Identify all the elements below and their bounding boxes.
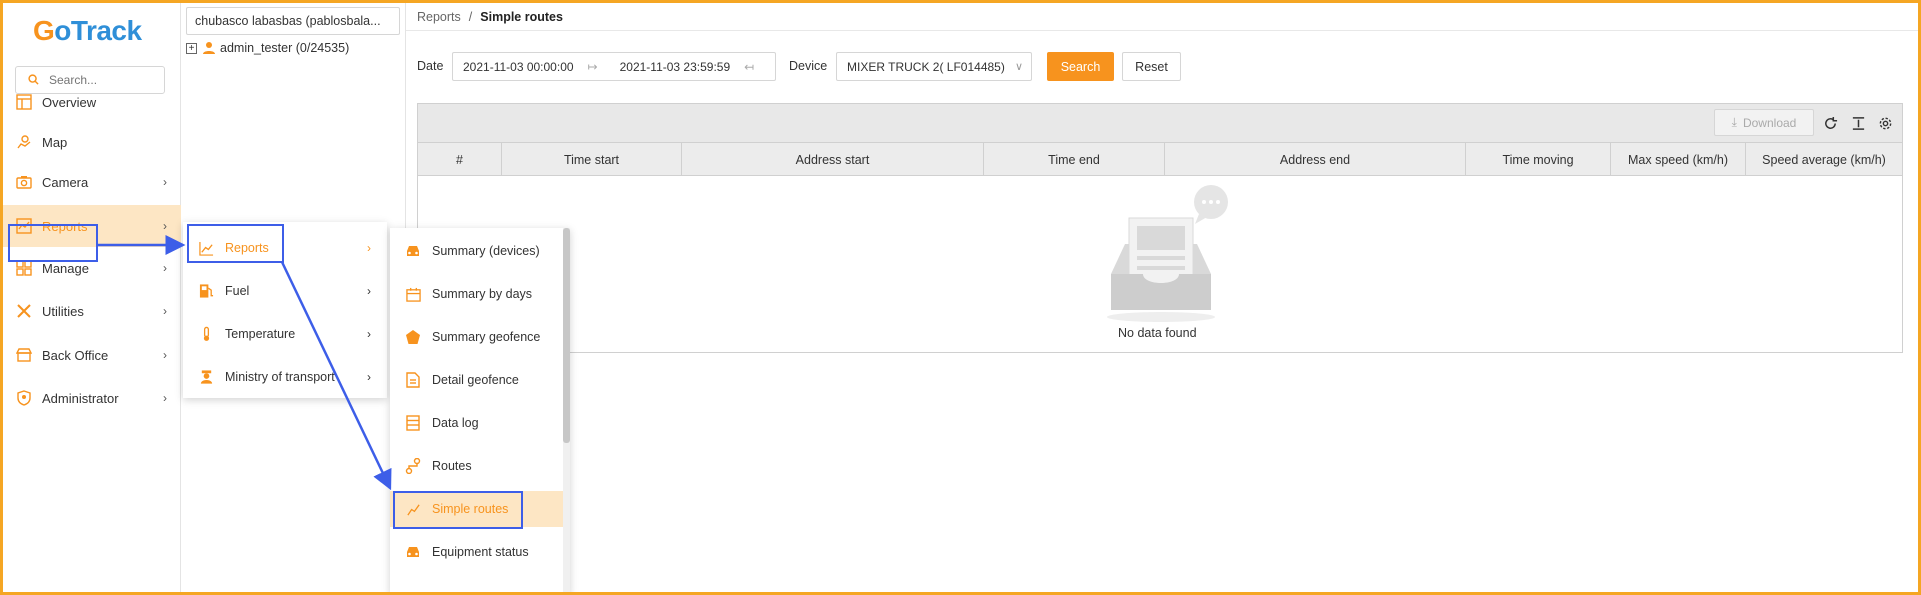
device-select[interactable]: MIXER TRUCK 2( LF014485) ∨ — [836, 52, 1032, 81]
highlight-box-simple-routes — [393, 491, 523, 529]
calendar-icon — [404, 285, 422, 303]
chevron-down-icon: ∨ — [1014, 61, 1023, 73]
date-end-field[interactable]: 2021-11-03 23:59:59 — [620, 60, 731, 74]
sidebar-item-label: Utilities — [42, 303, 84, 319]
submenu-item-summary-by-days[interactable]: Summary by days — [390, 276, 570, 312]
submenu-item-fuel[interactable]: Fuel › — [183, 273, 387, 309]
fuel-icon — [197, 282, 215, 300]
table-toolbar: ⤓ Download — [418, 104, 1902, 142]
header-divider — [406, 30, 1918, 31]
thermometer-icon — [197, 325, 215, 343]
search-button[interactable]: Search — [1047, 52, 1114, 81]
tree-node-label: admin_tester (0/24535) — [220, 41, 350, 55]
sidebar-item-utilities[interactable]: Utilities › — [3, 291, 181, 331]
reset-button[interactable]: Reset — [1122, 52, 1181, 81]
column-header[interactable]: Max speed (km/h) — [1611, 143, 1746, 176]
gotrack-logo[interactable]: GoTrack — [33, 13, 142, 49]
device-select-value: MIXER TRUCK 2( LF014485) — [847, 59, 1005, 74]
expand-icon[interactable]: + — [186, 42, 197, 54]
sidebar-item-label: Administrator — [42, 390, 119, 406]
chevron-right-icon: › — [163, 175, 167, 189]
breadcrumb-parent[interactable]: Reports — [417, 10, 461, 24]
column-header[interactable]: Time moving — [1466, 143, 1611, 176]
document-icon — [404, 371, 422, 389]
sidebar-item-camera[interactable]: Camera › — [3, 162, 181, 202]
column-header[interactable]: Time start — [502, 143, 682, 176]
car-icon — [404, 543, 422, 561]
account-selector[interactable]: chubasco labasbas (pablosbala... — [186, 7, 400, 35]
camera-icon — [15, 173, 33, 191]
column-height-icon[interactable] — [1849, 114, 1867, 132]
user-icon — [202, 41, 216, 55]
date-range-picker[interactable]: 2021-11-03 00:00:00 ↦ 2021-11-03 23:59:5… — [452, 52, 776, 81]
column-header[interactable]: Time end — [984, 143, 1165, 176]
chevron-right-icon: › — [163, 261, 167, 275]
submenu-item-data-log[interactable]: Data log — [390, 405, 570, 441]
sidebar-item-overview[interactable]: Overview — [3, 82, 181, 122]
breadcrumb-current: Simple routes — [480, 10, 563, 24]
refresh-icon[interactable] — [1821, 114, 1839, 132]
scrollbar-thumb[interactable] — [563, 228, 570, 443]
sidebar-item-map[interactable]: Map — [3, 122, 181, 162]
breadcrumb: Reports / Simple routes — [417, 10, 563, 24]
submenu-scrollbar[interactable] — [563, 228, 570, 595]
sidebar-item-label: Back Office — [42, 347, 109, 363]
sidebar-item-administrator[interactable]: Administrator › — [3, 378, 181, 418]
table-header: # Time start Address start Time end Addr… — [418, 142, 1902, 176]
submenu-item-temperature[interactable]: Temperature › — [183, 316, 387, 352]
chevron-right-icon: › — [367, 241, 371, 255]
date-label: Date — [417, 59, 444, 73]
pentagon-icon — [404, 328, 422, 346]
chevron-right-icon: › — [367, 284, 371, 298]
submenu-item-ministry-of-transport[interactable]: Ministry of transport › — [183, 359, 387, 395]
sidebar-item-label: Camera — [42, 174, 89, 190]
settings-gear-icon[interactable] — [1876, 114, 1894, 132]
chevron-right-icon: › — [163, 304, 167, 318]
car-icon — [404, 242, 422, 260]
column-header[interactable]: Address start — [682, 143, 984, 176]
chevron-right-icon: › — [367, 327, 371, 341]
chevron-right-icon: › — [163, 348, 167, 362]
submenu-item-summary-devices[interactable]: Summary (devices) — [390, 233, 570, 269]
chevron-right-icon: › — [367, 370, 371, 384]
arrow-right-icon: ↦ — [587, 59, 598, 74]
arrow-left-icon: ↤ — [744, 59, 755, 74]
submenu-item-summary-geofence[interactable]: Summary geofence — [390, 319, 570, 355]
tree-node[interactable]: + admin_tester (0/24535) — [186, 41, 349, 55]
sidebar-item-label: Map — [42, 134, 68, 150]
column-header[interactable]: Speed average (km/h) — [1746, 143, 1902, 176]
chevron-right-icon: › — [163, 219, 167, 233]
utilities-icon — [15, 302, 33, 320]
device-label: Device — [789, 59, 828, 73]
route-icon — [404, 457, 422, 475]
reports-list-submenu: Summary (devices) Summary by days Summar… — [390, 228, 570, 595]
sidebar-item-back-office[interactable]: Back Office › — [3, 335, 181, 375]
submenu-item-detail-geofence[interactable]: Detail geofence — [390, 362, 570, 398]
sidebar-item-label: Manage — [42, 260, 89, 276]
sidebar-item-label: Overview — [42, 94, 97, 110]
column-header[interactable]: # — [418, 143, 502, 176]
empty-state-text: No data found — [1118, 326, 1197, 340]
highlight-box-submenu-reports — [187, 224, 284, 263]
submenu-item-equipment-status[interactable]: Equipment status — [390, 534, 570, 570]
map-icon — [15, 133, 33, 151]
download-button[interactable]: ⤓ Download — [1714, 109, 1814, 136]
chevron-right-icon: › — [163, 391, 167, 405]
overview-icon — [15, 93, 33, 111]
list-icon — [404, 414, 422, 432]
administrator-icon — [15, 389, 33, 407]
date-start-field[interactable]: 2021-11-03 00:00:00 — [463, 60, 574, 74]
officer-icon — [197, 368, 215, 386]
empty-inbox-illustration — [1103, 184, 1233, 325]
submenu-item-routes[interactable]: Routes — [390, 448, 570, 484]
highlight-box-reports — [8, 224, 98, 262]
column-header[interactable]: Address end — [1165, 143, 1466, 176]
back-office-icon — [15, 346, 33, 364]
sidebar: GoTrack Overview Map Camera › Reports › … — [3, 3, 181, 592]
results-table: ⤓ Download # Time start Address start Ti… — [417, 103, 1903, 353]
download-icon: ⤓ — [1731, 115, 1737, 129]
